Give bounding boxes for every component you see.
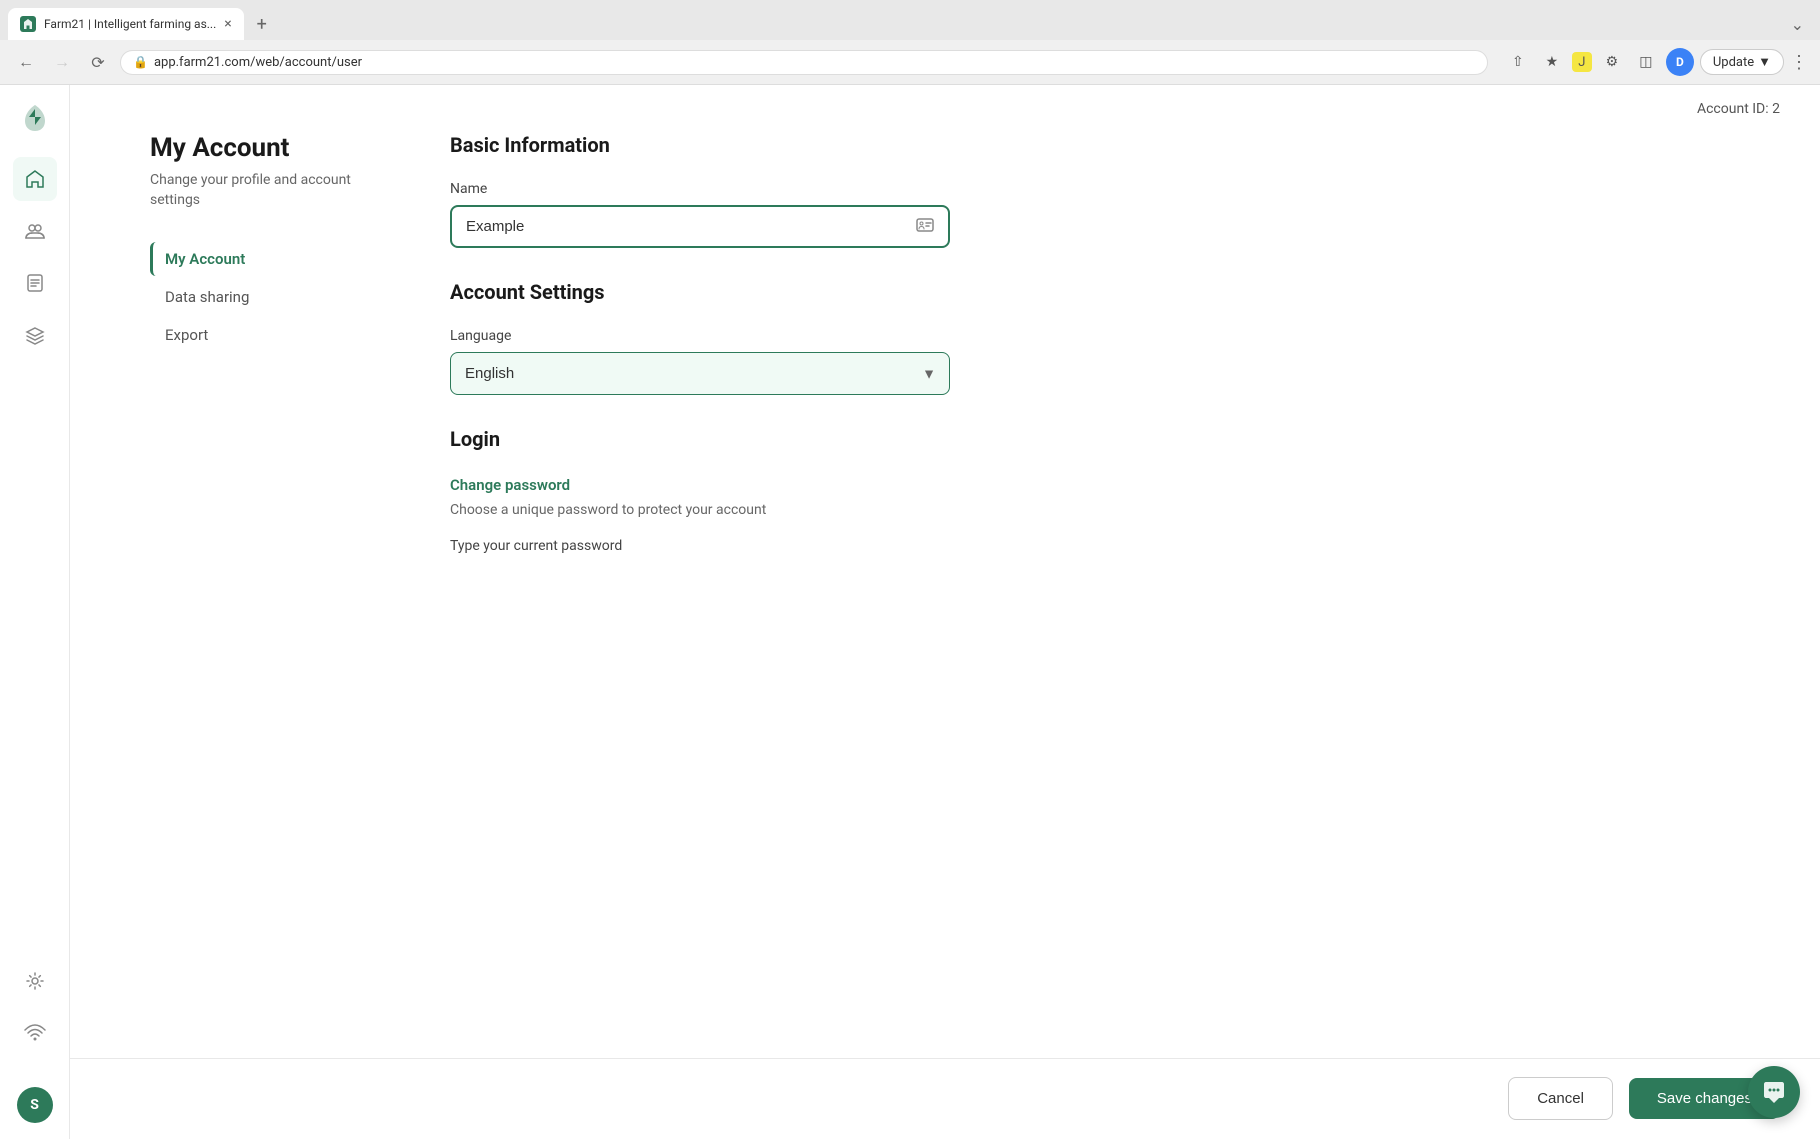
form-area: Basic Information Name <box>450 133 950 674</box>
tab-bar: Farm21 | Intelligent farming as... × + ⌄ <box>0 0 1820 40</box>
sidebar-item-reports[interactable] <box>13 261 57 305</box>
sidebar: S <box>0 85 70 1139</box>
app-container: S Account ID: 2 My Account Change your p… <box>0 85 1820 1139</box>
more-options-button[interactable]: ⋮ <box>1790 52 1808 73</box>
back-button[interactable]: ← <box>12 48 40 76</box>
puzzle-button[interactable]: ⚙ <box>1598 48 1626 76</box>
lock-icon: 🔒 <box>133 55 148 69</box>
left-nav: My Account Change your profile and accou… <box>150 133 370 674</box>
page-layout: My Account Change your profile and accou… <box>70 133 1820 674</box>
update-chevron: ▼ <box>1758 54 1771 70</box>
name-form-group: Name <box>450 181 950 248</box>
left-nav-links: My Account Data sharing Export <box>150 242 370 352</box>
cancel-button[interactable]: Cancel <box>1508 1077 1613 1120</box>
language-form-group: Language English German French Spanish ▼ <box>450 328 950 395</box>
forward-button[interactable]: → <box>48 48 76 76</box>
reload-button[interactable]: ⟳ <box>84 48 112 76</box>
current-password-label: Type your current password <box>450 538 950 554</box>
tab-close-button[interactable]: × <box>224 16 231 32</box>
language-select[interactable]: English German French Spanish <box>450 352 950 395</box>
update-button[interactable]: Update ▼ <box>1700 49 1784 75</box>
browser-chrome: Farm21 | Intelligent farming as... × + ⌄… <box>0 0 1820 85</box>
footer-bar: Cancel Save changes <box>70 1058 1820 1138</box>
url-bar[interactable]: 🔒 app.farm21.com/web/account/user <box>120 50 1488 75</box>
language-label: Language <box>450 328 950 344</box>
name-input[interactable] <box>466 218 916 235</box>
sidebar-item-home[interactable] <box>13 157 57 201</box>
extensions-button[interactable]: J <box>1572 52 1592 72</box>
name-label: Name <box>450 181 950 197</box>
profile-button[interactable]: D <box>1666 48 1694 76</box>
basic-info-title: Basic Information <box>450 133 950 157</box>
page-subtitle: Change your profile and account settings <box>150 171 370 210</box>
share-button[interactable]: ⇧ <box>1504 48 1532 76</box>
browser-actions: ⇧ ★ J ⚙ ◫ D Update ▼ ⋮ <box>1504 48 1808 76</box>
window-expand-icon[interactable]: ⌄ <box>1791 15 1804 34</box>
tab-favicon <box>20 16 36 32</box>
active-tab[interactable]: Farm21 | Intelligent farming as... × <box>8 8 244 40</box>
name-input-wrapper[interactable] <box>450 205 950 248</box>
sidebar-item-users[interactable] <box>13 209 57 253</box>
url-text: app.farm21.com/web/account/user <box>154 55 362 70</box>
sidebar-item-layers[interactable] <box>13 313 57 357</box>
password-hint: Choose a unique password to protect your… <box>450 502 950 518</box>
account-settings-title: Account Settings <box>450 280 950 304</box>
change-password-link[interactable]: Change password <box>450 476 570 494</box>
address-bar: ← → ⟳ 🔒 app.farm21.com/web/account/user … <box>0 40 1820 84</box>
update-label: Update <box>1713 55 1754 70</box>
page-title: My Account <box>150 133 370 163</box>
nav-data-sharing[interactable]: Data sharing <box>150 280 370 314</box>
new-tab-button[interactable]: + <box>248 10 276 38</box>
chat-widget-button[interactable] <box>1748 1066 1800 1118</box>
account-id-label: Account ID: <box>1697 101 1769 117</box>
login-section-title: Login <box>450 427 950 451</box>
sidebar-logo[interactable] <box>17 101 53 137</box>
nav-my-account[interactable]: My Account <box>150 242 370 276</box>
id-card-icon <box>916 217 934 236</box>
sidebar-button[interactable]: ◫ <box>1632 48 1660 76</box>
login-section: Login Change password Choose a unique pa… <box>450 427 950 554</box>
main-content: Account ID: 2 My Account Change your pro… <box>70 85 1820 1139</box>
account-id-banner: Account ID: 2 <box>70 85 1820 133</box>
nav-export[interactable]: Export <box>150 318 370 352</box>
sidebar-user-avatar[interactable]: S <box>17 1087 53 1123</box>
account-id-value: 2 <box>1772 101 1780 117</box>
sidebar-item-connectivity[interactable] <box>13 1011 57 1055</box>
sidebar-item-settings[interactable] <box>13 959 57 1003</box>
language-select-wrapper: English German French Spanish ▼ <box>450 352 950 395</box>
tab-title: Farm21 | Intelligent farming as... <box>44 17 216 31</box>
bookmark-button[interactable]: ★ <box>1538 48 1566 76</box>
